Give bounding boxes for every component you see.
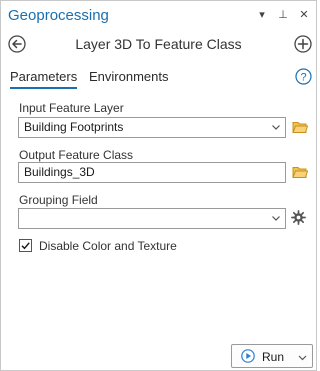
grouping-field-dropdown[interactable] <box>18 208 286 229</box>
tab-environments[interactable]: Environments <box>89 69 168 87</box>
chevron-down-icon[interactable] <box>298 353 307 362</box>
tool-title: Layer 3D To Feature Class <box>75 36 242 52</box>
svg-text:?: ? <box>300 72 306 84</box>
pane-titlebar: Geoprocessing ▾ ⊥ ✕ <box>1 1 316 31</box>
menu-dropdown-icon[interactable]: ▾ <box>256 8 268 22</box>
help-icon[interactable]: ? <box>295 68 312 85</box>
add-icon[interactable] <box>294 35 312 53</box>
gear-icon[interactable] <box>291 210 306 225</box>
output-feature-class-input[interactable]: Buildings_3D <box>18 162 286 183</box>
pin-icon[interactable]: ⊥ <box>277 8 289 22</box>
output-feature-class-label: Output Feature Class <box>19 148 134 162</box>
disable-color-texture-label: Disable Color and Texture <box>39 239 177 253</box>
close-icon[interactable]: ✕ <box>298 8 310 22</box>
pane-controls: ▾ ⊥ ✕ <box>256 8 310 22</box>
input-feature-layer-dropdown[interactable]: Building Footprints <box>18 117 286 138</box>
tab-strip: Parameters Environments ? <box>1 67 316 91</box>
browse-folder-icon[interactable] <box>292 120 308 134</box>
run-button[interactable]: Run <box>231 344 313 368</box>
geoprocessing-pane: Geoprocessing ▾ ⊥ ✕ Layer 3D To Feature … <box>0 0 317 371</box>
grouping-field-label: Grouping Field <box>19 193 98 207</box>
chevron-down-icon <box>272 216 280 221</box>
input-feature-layer-value: Building Footprints <box>24 120 124 134</box>
checkmark-icon <box>21 242 30 250</box>
run-label: Run <box>262 350 285 364</box>
play-icon <box>241 349 255 363</box>
tab-parameters[interactable]: Parameters <box>10 69 78 89</box>
browse-folder-icon[interactable] <box>292 165 308 179</box>
input-feature-layer-label: Input Feature Layer <box>19 101 124 115</box>
disable-color-texture-checkbox[interactable] <box>19 239 32 252</box>
output-feature-class-value: Buildings_3D <box>24 165 95 179</box>
chevron-down-icon <box>272 125 280 130</box>
pane-title: Geoprocessing <box>8 7 109 24</box>
tool-header: Layer 3D To Feature Class <box>1 31 316 59</box>
